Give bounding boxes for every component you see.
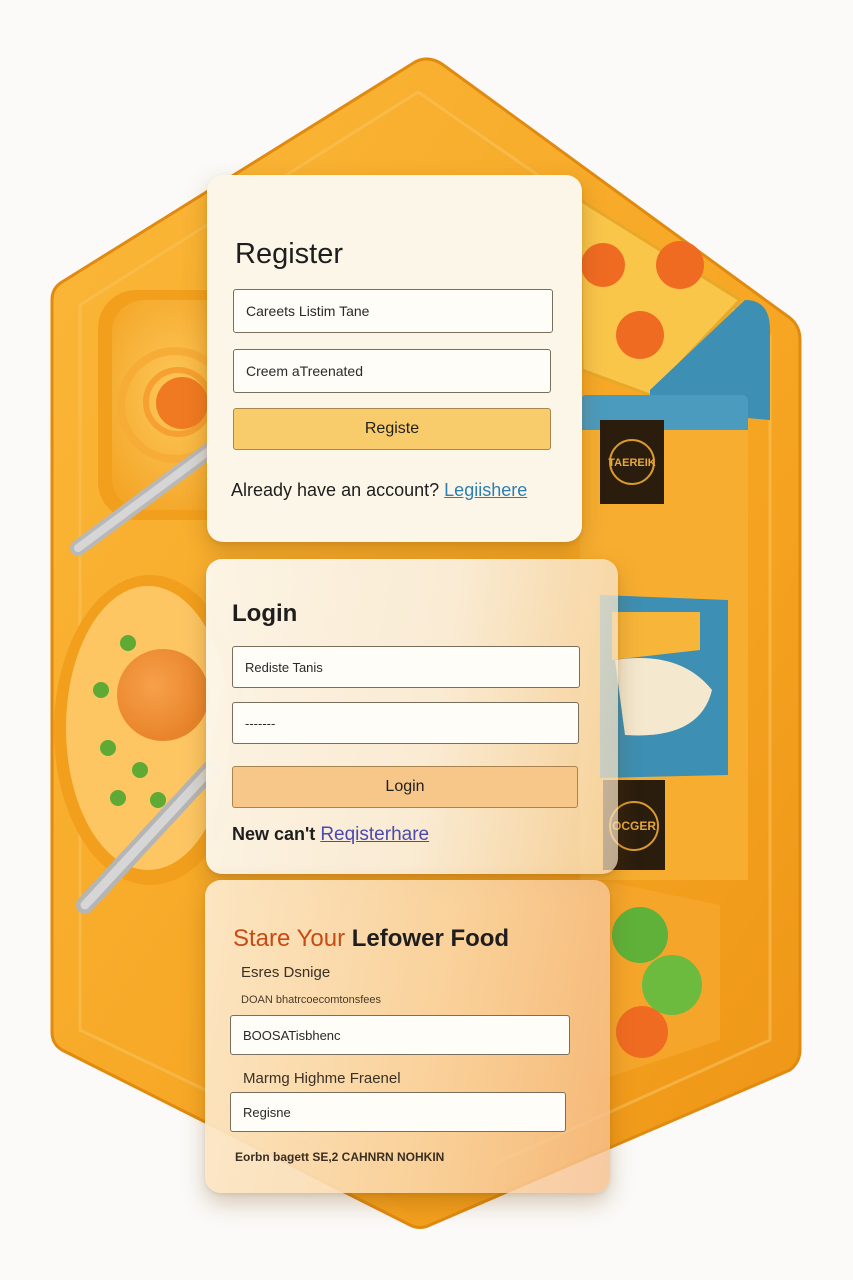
login-username-field[interactable]: Rediste Tanis [232, 646, 580, 688]
share-footer: Eorbn bagett SE,2 CAHNRN NOHKIN [235, 1150, 445, 1164]
share-label-2: Marmg Highme Fraenel [243, 1070, 401, 1087]
login-password-field[interactable]: ------- [232, 702, 579, 744]
login-footer: New can't Reqisterhare [232, 824, 429, 846]
badge-bottom-text: OCGER [612, 819, 656, 833]
register-card: Register Careets Listim Tane Creem aTree… [207, 175, 582, 542]
register-title: Register [235, 238, 343, 270]
register-footer: Already have an account? Legiishere [231, 480, 527, 501]
share-label-1: Esres Dsnige [241, 964, 331, 981]
share-title: Stare Your Lefower Food [233, 922, 509, 956]
login-here-link[interactable]: Legiishere [444, 480, 527, 500]
badge-top-text: TAEREIK [608, 457, 656, 469]
share-food-field[interactable]: BOOSATisbhenc [230, 1015, 570, 1055]
register-here-link[interactable]: Reqisterhare [320, 824, 429, 845]
share-title-part-1: Stare Your [233, 925, 346, 952]
app-scene: TAEREIK OCGER Register Careets Listim Ta… [0, 0, 853, 1280]
login-title: Login [232, 600, 298, 627]
login-footer-text: New can't [232, 824, 316, 844]
share-register-field[interactable]: Regisne [230, 1092, 566, 1132]
register-name-field[interactable]: Careets Listim Tane [233, 289, 553, 333]
share-sub-label-1: DOAN bhatrcoecomtonsfees [241, 994, 382, 1006]
blue-compartment-mid [600, 595, 728, 778]
register-button[interactable]: Registe [233, 408, 551, 450]
login-button[interactable]: Login [232, 766, 578, 808]
register-email-field[interactable]: Creem aTreenated [233, 349, 551, 393]
badge-top: TAEREIK [600, 420, 664, 504]
login-card: Login Rediste Tanis ------- Login New ca… [206, 559, 618, 874]
register-footer-text: Already have an account? [231, 480, 440, 500]
share-title-part-2: Lefower Food [351, 925, 510, 952]
share-food-card: Stare Your Lefower Food Esres Dsnige DOA… [205, 880, 610, 1193]
